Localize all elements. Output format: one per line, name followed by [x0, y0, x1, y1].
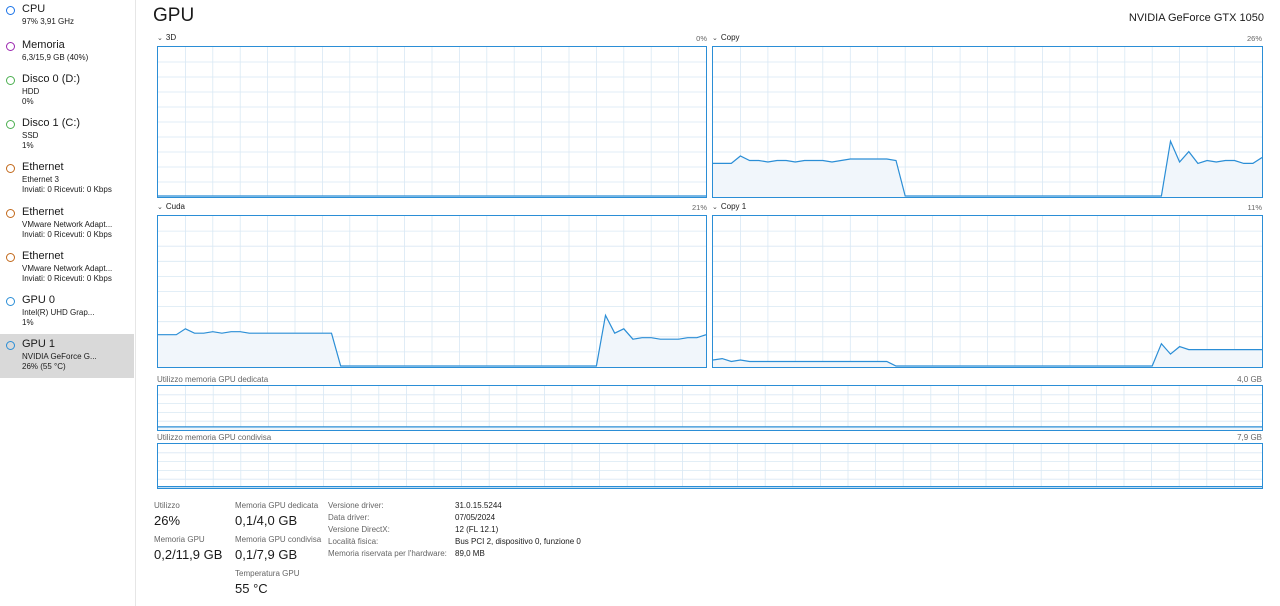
sidebar-item-title: Disco 1 (C:) — [22, 117, 81, 129]
graph-cuda-value: 21% — [691, 203, 707, 212]
sidebar-item-detail: Inviati: 0 Ricevuti: 0 Kbps — [22, 185, 112, 194]
driver-date-value: 07/05/2024 — [455, 513, 496, 522]
directx-version-value: 12 (FL 12.1) — [455, 525, 499, 534]
gpu-memory-label: Memoria GPU — [154, 535, 205, 544]
dedicated-memory-plot — [158, 386, 1262, 430]
temperature-label: Temperatura GPU — [235, 569, 300, 578]
graph-copy-plot — [713, 47, 1262, 197]
sidebar-item-disk1[interactable]: Disco 1 (C:) SSD 1% — [0, 115, 134, 159]
ethernet-ring-icon — [6, 164, 15, 173]
sidebar-item-disk0[interactable]: Disco 0 (D:) HDD 0% — [0, 71, 134, 115]
sidebar-item-title: Disco 0 (D:) — [22, 73, 81, 85]
cpu-ring-icon — [6, 6, 15, 15]
graph-copy1-value: 11% — [1247, 203, 1262, 212]
sidebar-item-detail: VMware Network Adapt... — [22, 220, 113, 229]
sidebar-item-detail: SSD — [22, 131, 39, 140]
shared-memory-max: 7,9 GB — [1237, 433, 1262, 442]
sidebar-item-detail: 6,3/15,9 GB (40%) — [22, 53, 89, 62]
driver-date-label: Data driver: — [328, 513, 370, 522]
shared-memory-plot — [158, 444, 1262, 488]
graph-3d-plot — [158, 47, 706, 197]
graph-copy1-label: Copy 1 — [720, 202, 747, 211]
shared-memory-graph — [157, 443, 1263, 489]
sidebar-item-detail: Inviati: 0 Ricevuti: 0 Kbps — [22, 230, 112, 239]
graph-copy1 — [712, 215, 1263, 368]
sidebar-item-title: Ethernet — [22, 206, 64, 218]
dedicated-memory-stat-value: 0,1/4,0 GB — [235, 513, 298, 528]
graph-3d-value: 0% — [696, 34, 707, 43]
sidebar-divider — [135, 0, 136, 606]
sidebar-item-title: Ethernet — [22, 250, 64, 262]
graph-copy — [712, 46, 1263, 198]
graph-cuda — [157, 215, 707, 368]
graph-cuda-plot — [158, 216, 706, 367]
sidebar-item-detail: NVIDIA GeForce G... — [22, 352, 97, 361]
sidebar-item-title: GPU 1 — [22, 338, 56, 350]
sidebar-item-gpu0[interactable]: GPU 0 Intel(R) UHD Grap... 1% — [0, 292, 134, 336]
graph-copy1-plot — [713, 216, 1262, 367]
sidebar-item-title: CPU — [22, 3, 46, 15]
physical-location-value: Bus PCI 2, dispositivo 0, funzione 0 — [455, 537, 581, 546]
memory-ring-icon — [6, 42, 15, 51]
graph-copy-selector[interactable]: ⌄ Copy — [712, 33, 740, 42]
utilization-label: Utilizzo — [154, 501, 180, 510]
graph-copy-label: Copy — [720, 33, 740, 42]
sidebar-item-title: Ethernet — [22, 161, 64, 173]
device-name: NVIDIA GeForce GTX 1050 — [1128, 12, 1264, 24]
sidebar-item-ethernet-1[interactable]: Ethernet Ethernet 3 Inviati: 0 Ricevuti:… — [0, 159, 134, 203]
ethernet-ring-icon — [6, 253, 15, 262]
utilization-value: 26% — [154, 513, 181, 528]
physical-location-label: Località fisica: — [328, 537, 379, 546]
sidebar-item-ethernet-2[interactable]: Ethernet VMware Network Adapt... Inviati… — [0, 204, 134, 248]
graph-3d-label: 3D — [165, 33, 177, 42]
shared-memory-stat-value: 0,1/7,9 GB — [235, 547, 298, 562]
directx-version-label: Versione DirectX: — [328, 525, 390, 534]
sidebar-item-title: Memoria — [22, 39, 65, 51]
sidebar-item-detail: 1% — [22, 141, 34, 150]
sidebar-item-detail: Inviati: 0 Ricevuti: 0 Kbps — [22, 274, 112, 283]
page-title: GPU — [153, 5, 195, 26]
driver-version-label: Versione driver: — [328, 501, 384, 510]
temperature-value: 55 °C — [235, 581, 268, 596]
sidebar-item-detail: 0% — [22, 97, 34, 106]
graph-copy1-selector[interactable]: ⌄ Copy 1 — [712, 202, 746, 211]
dedicated-memory-label: Utilizzo memoria GPU dedicata — [157, 375, 269, 384]
chevron-down-icon: ⌄ — [157, 204, 163, 211]
gpu-ring-icon — [6, 297, 15, 306]
sidebar-item-detail: Intel(R) UHD Grap... — [22, 308, 95, 317]
graph-3d — [157, 46, 707, 198]
gpu-ring-icon — [6, 341, 15, 350]
graph-cuda-selector[interactable]: ⌄ Cuda — [157, 202, 185, 211]
driver-version-value: 31.0.15.5244 — [455, 501, 502, 510]
sidebar-item-detail: Ethernet 3 — [22, 175, 59, 184]
sidebar-item-detail: 26% (55 °C) — [22, 362, 66, 371]
graph-copy-value: 26% — [1246, 34, 1262, 43]
disk-ring-icon — [6, 120, 15, 129]
sidebar-item-detail: VMware Network Adapt... — [22, 264, 113, 273]
graph-3d-selector[interactable]: ⌄ 3D — [157, 33, 176, 42]
chevron-down-icon: ⌄ — [712, 35, 718, 42]
disk-ring-icon — [6, 76, 15, 85]
dedicated-memory-graph — [157, 385, 1263, 431]
chevron-down-icon: ⌄ — [157, 35, 163, 42]
chevron-down-icon: ⌄ — [712, 204, 718, 211]
sidebar-item-gpu1[interactable]: GPU 1 NVIDIA GeForce G... 26% (55 °C) — [0, 334, 134, 378]
ethernet-ring-icon — [6, 209, 15, 218]
graph-cuda-label: Cuda — [165, 202, 185, 211]
sidebar: CPU 97% 3,91 GHz Memoria 6,3/15,9 GB (40… — [0, 0, 134, 606]
sidebar-item-detail: HDD — [22, 87, 40, 96]
sidebar-item-detail: 97% 3,91 GHz — [22, 17, 75, 26]
gpu-memory-value: 0,2/11,9 GB — [154, 547, 223, 562]
sidebar-item-title: GPU 0 — [22, 294, 56, 306]
dedicated-memory-max: 4,0 GB — [1237, 375, 1262, 384]
dedicated-memory-stat-label: Memoria GPU dedicata — [235, 501, 319, 510]
sidebar-item-ethernet-3[interactable]: Ethernet VMware Network Adapt... Inviati… — [0, 248, 134, 292]
shared-memory-label: Utilizzo memoria GPU condivisa — [157, 433, 272, 442]
reserved-memory-value: 89,0 MB — [455, 549, 485, 558]
reserved-memory-label: Memoria riservata per l'hardware: — [328, 549, 447, 558]
shared-memory-stat-label: Memoria GPU condivisa — [235, 535, 322, 544]
sidebar-item-detail: 1% — [22, 318, 34, 327]
